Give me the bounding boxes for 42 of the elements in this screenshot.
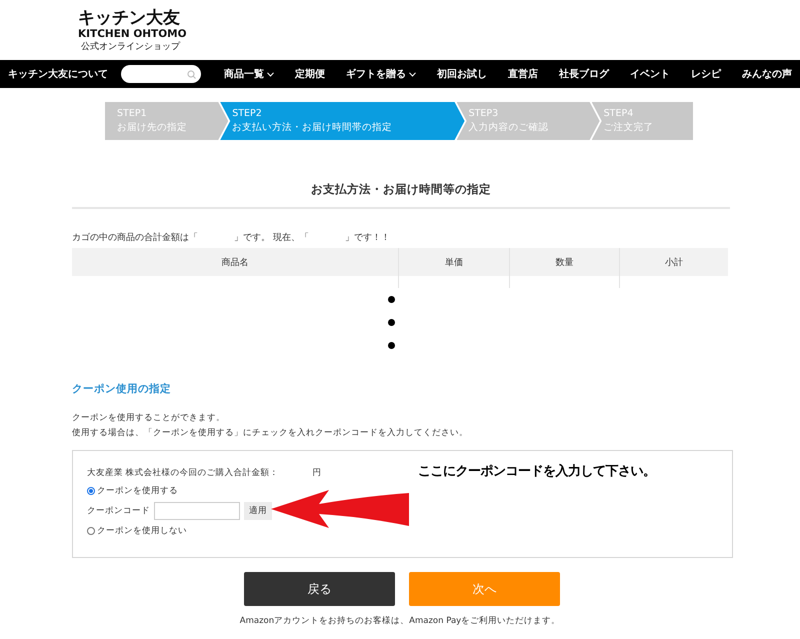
apply-button[interactable]: 適用: [244, 502, 272, 520]
currency-unit: 円: [312, 467, 322, 479]
radio-button[interactable]: [87, 487, 95, 495]
column-header: 数量: [509, 248, 620, 276]
coupon-heading: クーポン使用の指定: [72, 383, 171, 395]
search-icon: [187, 70, 196, 78]
nav-link[interactable]: 定期便: [295, 67, 325, 81]
nav-link[interactable]: イベント: [630, 67, 670, 81]
coupon-description: クーポンを使用することができます。: [72, 412, 225, 425]
dot-icon: [388, 296, 395, 303]
coupon-code-label: クーポンコード: [87, 505, 150, 517]
logo-tagline: 公式オンラインショップ: [80, 40, 180, 52]
column-header: 商品名: [72, 248, 399, 276]
search-field[interactable]: [121, 65, 201, 83]
annotation-arrow-icon: [271, 490, 409, 528]
logo-latin: KITCHEN OHTOMO: [78, 28, 186, 40]
nav-link[interactable]: キッチン大友について: [8, 67, 108, 81]
chevron-down-icon: [267, 72, 274, 76]
column-header: 単価: [398, 248, 510, 276]
cart-total-text: カゴの中の商品の合計金額は「 」です。 現在、「 」です！！: [72, 232, 391, 245]
back-button[interactable]: 戻る: [244, 572, 395, 606]
nav-link[interactable]: 社長ブログ: [559, 67, 609, 81]
page-title: お支払方法・お届け時間等の指定: [311, 182, 491, 197]
radio-button[interactable]: [87, 527, 95, 535]
coupon-description: 使用する場合は、「クーポンを使用する」にチェックを入れクーポンコードを入力してください。: [72, 427, 468, 440]
column-header: 小計: [620, 248, 728, 276]
nav-link[interactable]: みんなの声: [742, 67, 792, 81]
dot-icon: [388, 342, 395, 349]
nav-link[interactable]: ギフトを贈る: [346, 67, 416, 81]
logo-name[interactable]: キッチン大友: [78, 8, 180, 28]
nav-link[interactable]: 商品一覧: [224, 67, 274, 81]
chevron-down-icon: [409, 72, 416, 76]
amazon-pay-note: Amazonアカウントをお持ちのお客様は、Amazon Payをご利用いただけます。: [240, 616, 560, 626]
coupon-code-field[interactable]: [154, 502, 240, 520]
annotation-text: ここにクーポンコードを入力して下さい。: [418, 462, 656, 480]
nav-link[interactable]: レシピ: [691, 67, 721, 81]
nav-link[interactable]: 初回お試し: [437, 67, 487, 81]
dot-icon: [388, 319, 395, 326]
coupon-option[interactable]: クーポンを使用しない: [87, 523, 187, 539]
nav-link[interactable]: 直営店: [508, 67, 538, 81]
coupon-option[interactable]: クーポンを使用する: [87, 483, 178, 499]
total-label: 大友産業 株式会社様の今回のご購入合計金額：: [87, 467, 279, 479]
